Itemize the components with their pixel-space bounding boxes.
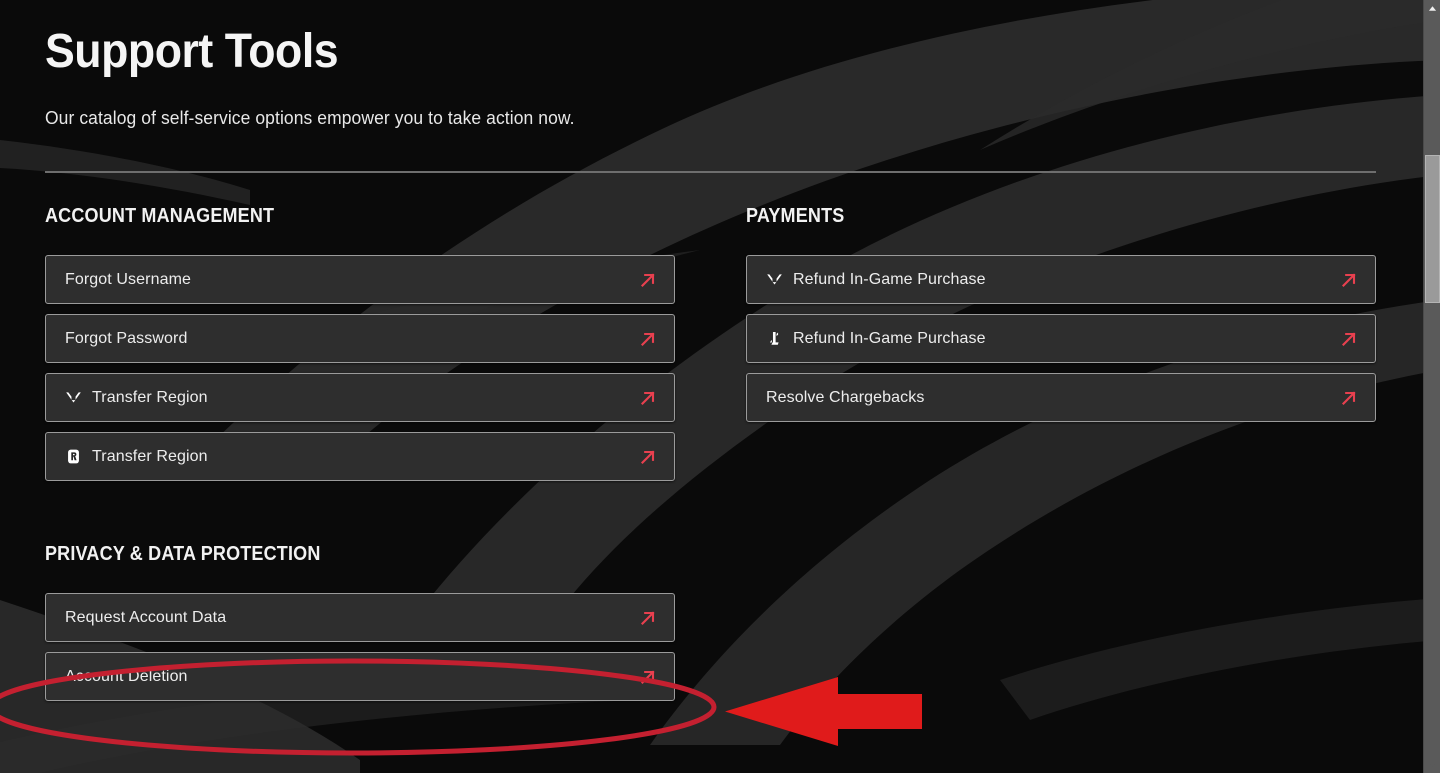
page-subtitle: Our catalog of self-service options empo…	[45, 108, 575, 128]
tool-list-account-management: Forgot Username Forgot Password Transfer…	[45, 255, 675, 481]
external-link-arrow-icon	[638, 270, 658, 290]
tool-button-label: Request Account Data	[65, 608, 227, 626]
tool-button-account-deletion[interactable]: Account Deletion	[45, 652, 675, 701]
tool-button-label: Forgot Password	[65, 329, 188, 347]
tool-button-forgot-username[interactable]: Forgot Username	[45, 255, 675, 304]
tool-list-payments: Refund In-Game Purchase Refund In-Game P…	[746, 255, 1376, 422]
page-title: Support Tools	[45, 25, 339, 78]
header-divider	[45, 171, 1376, 173]
tool-button-transfer-region-riot[interactable]: Transfer Region	[45, 432, 675, 481]
right-column: PAYMENTS Refund In-Game Purchase Refund …	[746, 205, 1376, 422]
tool-button-label: Transfer Region	[92, 447, 208, 465]
riot-boxed-r-logo-icon	[65, 448, 82, 465]
tool-button-label: Transfer Region	[92, 388, 208, 406]
tool-button-label: Refund In-Game Purchase	[793, 270, 986, 288]
tool-button-label: Account Deletion	[65, 667, 188, 685]
vertical-scrollbar[interactable]	[1423, 0, 1440, 773]
external-link-arrow-icon	[638, 667, 658, 687]
valorant-logo-icon	[65, 389, 82, 406]
external-link-arrow-icon	[1339, 329, 1359, 349]
external-link-arrow-icon	[1339, 270, 1359, 290]
external-link-arrow-icon	[638, 329, 658, 349]
league-of-legends-logo-icon	[766, 330, 783, 347]
section-account-management: ACCOUNT MANAGEMENT Forgot Username Forgo…	[45, 205, 675, 481]
tool-button-request-account-data[interactable]: Request Account Data	[45, 593, 675, 642]
tool-button-label: Refund In-Game Purchase	[793, 329, 986, 347]
section-header-privacy-data-protection: PRIVACY & DATA PROTECTION	[45, 543, 321, 565]
left-column: ACCOUNT MANAGEMENT Forgot Username Forgo…	[45, 205, 675, 701]
scroll-up-arrow-icon[interactable]	[1424, 0, 1440, 17]
section-privacy-data-protection: PRIVACY & DATA PROTECTION Request Accoun…	[45, 543, 675, 701]
tool-button-transfer-region-valorant[interactable]: Transfer Region	[45, 373, 675, 422]
section-header-account-management: ACCOUNT MANAGEMENT	[45, 205, 275, 227]
tool-list-privacy-data-protection: Request Account Data Account Deletion	[45, 593, 675, 701]
support-tools-page: Support Tools Our catalog of self-servic…	[0, 0, 1440, 773]
section-header-payments: PAYMENTS	[746, 205, 845, 227]
tool-button-refund-in-game-purchase-lol[interactable]: Refund In-Game Purchase	[746, 314, 1376, 363]
tool-button-label: Forgot Username	[65, 270, 191, 288]
scroll-down-arrow-icon[interactable]	[1424, 756, 1440, 773]
tool-button-forgot-password[interactable]: Forgot Password	[45, 314, 675, 363]
valorant-logo-icon	[766, 271, 783, 288]
external-link-arrow-icon	[638, 388, 658, 408]
tool-button-refund-in-game-purchase-valorant[interactable]: Refund In-Game Purchase	[746, 255, 1376, 304]
external-link-arrow-icon	[1339, 388, 1359, 408]
page-content: Support Tools Our catalog of self-servic…	[0, 0, 1440, 773]
external-link-arrow-icon	[638, 608, 658, 628]
tool-button-label: Resolve Chargebacks	[766, 388, 925, 406]
external-link-arrow-icon	[638, 447, 658, 467]
tool-button-resolve-chargebacks[interactable]: Resolve Chargebacks	[746, 373, 1376, 422]
section-payments: PAYMENTS Refund In-Game Purchase Refund …	[746, 205, 1376, 422]
scrollbar-thumb[interactable]	[1425, 155, 1440, 303]
